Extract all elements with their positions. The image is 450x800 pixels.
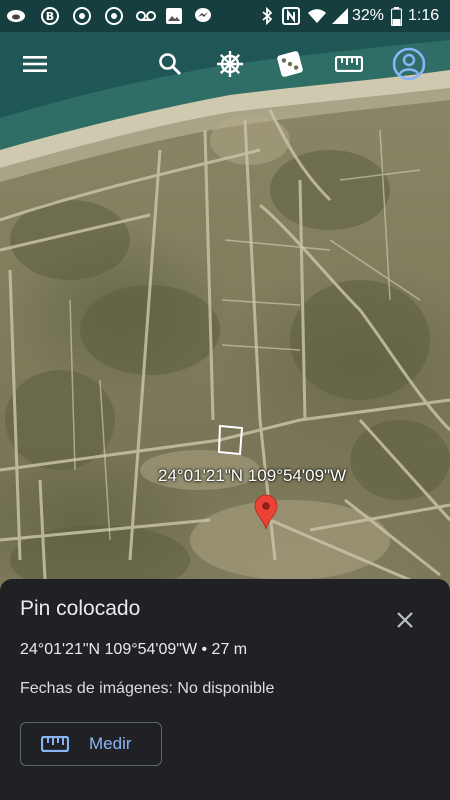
feeling-lucky-button[interactable] [270,44,310,84]
b-app-icon: B [40,6,60,26]
search-icon [159,53,182,76]
clock: 1:16 [408,7,440,24]
close-icon [397,612,413,628]
voyager-wheel-icon [217,51,243,77]
pin-coordinates: 24°01'21"N 109°54'09"W • 27 m [20,641,248,658]
voyager-button[interactable] [210,44,250,84]
svg-text:B: B [46,10,54,23]
pin-details-sheet: Pin colocado 24°01'21"N 109°54'09"W • 27… [0,579,450,800]
chrome-icon [72,6,92,26]
signal-icon [330,6,350,26]
ruler-icon [335,56,363,72]
dice-icon [277,51,303,77]
wifi-icon [307,6,327,26]
cloud-icon [6,6,26,26]
search-button[interactable] [150,44,190,84]
account-icon [392,47,426,81]
measure-button[interactable]: Medir [20,722,162,766]
menu-icon [23,56,47,72]
close-button[interactable] [390,605,420,635]
chrome-icon [104,6,124,26]
ruler-icon [41,734,71,754]
status-bar: B 32% 1:16 [0,0,450,32]
battery-level: 32% [352,7,385,24]
account-button[interactable] [389,44,429,84]
nfc-icon [281,6,301,26]
battery-icon [386,6,406,26]
measure-button-label: Medir [89,734,132,753]
sheet-title: Pin colocado [20,597,141,620]
imagery-dates: Fechas de imágenes: No disponible [20,680,275,697]
messenger-icon [193,6,213,26]
pin-coordinate-label: 24°01'21"N 109°54'09"W [158,466,347,485]
voicemail-icon [136,6,156,26]
map-pin-icon[interactable] [254,494,278,530]
measure-area-outline [218,424,244,456]
image-icon [164,6,184,26]
menu-button[interactable] [15,44,55,84]
measure-tool-button[interactable] [329,44,369,84]
bluetooth-icon [257,6,277,26]
